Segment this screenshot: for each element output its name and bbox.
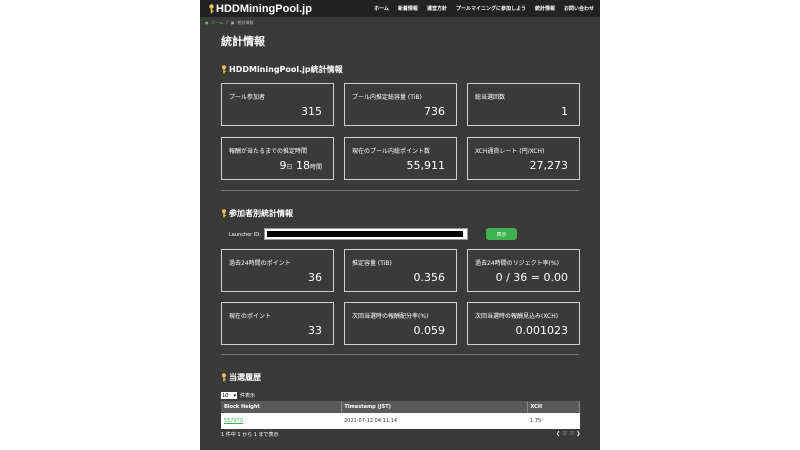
breadcrumb: ● ホーム / ▣ 統計情報 xyxy=(200,17,600,28)
home-icon: ● xyxy=(205,20,209,25)
block-height-link[interactable]: 557970 xyxy=(221,413,341,429)
column-header-timestamp[interactable]: Timestamp (JST) xyxy=(341,401,528,413)
chevron-down-icon: ▾ xyxy=(233,392,236,399)
chevron-left-icon[interactable]: ❮ xyxy=(556,431,560,437)
chevron-right-icon[interactable]: ❯ xyxy=(576,431,580,437)
document-icon: ▣ xyxy=(230,20,235,25)
xch-cell: 1.75 xyxy=(527,413,580,429)
page-length-select[interactable]: 10 ▾ xyxy=(221,392,237,399)
history-table: Block Height Timestamp (JST) XCH 557970 … xyxy=(221,401,580,429)
table-header-row: Block Height Timestamp (JST) XCH xyxy=(221,401,580,413)
timestamp-cell: 2021-07-12 04:11:14 xyxy=(341,413,527,429)
page-length-suffix: 件表示 xyxy=(240,393,256,399)
pagination: ❮ 前 次 ❯ xyxy=(556,430,580,438)
table-row: 557970 2021-07-12 04:11:14 1.75 xyxy=(221,413,580,429)
nav-join[interactable]: プールマイニングに参加しよう xyxy=(456,5,526,12)
breadcrumb-home[interactable]: ホーム xyxy=(212,20,224,26)
nav-news[interactable]: 新着情報 xyxy=(398,5,418,12)
next-page-label[interactable]: 次 xyxy=(569,430,574,437)
brand-name: HDDMiningPool.jp xyxy=(216,2,312,15)
top-navbar: HDDMiningPool.jp ホーム 新着情報 運営方針 プールマイニングに… xyxy=(200,0,600,17)
brand-logo[interactable]: HDDMiningPool.jp xyxy=(208,3,312,15)
key-icon xyxy=(209,3,214,13)
history-area: 10 ▾ 件表示 Block Height Timestamp (JST) XC… xyxy=(200,28,600,450)
breadcrumb-current: 統計情報 xyxy=(237,19,254,25)
page-length-value: 10 xyxy=(222,392,229,399)
page-length-control: 10 ▾ 件表示 xyxy=(221,392,255,399)
nav-home[interactable]: ホーム xyxy=(374,5,389,12)
nav-contact[interactable]: お問い合わせ xyxy=(564,5,594,12)
nav-stats[interactable]: 統計情報 xyxy=(535,5,555,12)
breadcrumb-separator: / xyxy=(226,20,228,25)
prev-page-label[interactable]: 前 xyxy=(562,430,567,437)
table-info: 1 件中 1 から 1 まで表示 xyxy=(221,432,279,438)
nav-policy[interactable]: 運営方針 xyxy=(427,5,447,12)
column-header-xch[interactable]: XCH xyxy=(527,401,580,413)
column-header-block-height[interactable]: Block Height xyxy=(221,401,342,413)
main-nav: ホーム 新着情報 運営方針 プールマイニングに参加しよう 統計情報 お問い合わせ xyxy=(374,5,594,12)
